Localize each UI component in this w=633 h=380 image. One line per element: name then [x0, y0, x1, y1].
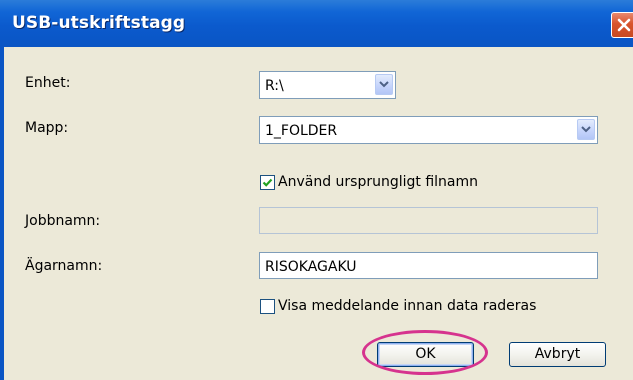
device-label: Enhet: — [25, 75, 71, 91]
show-message-label[interactable]: Visa meddelande innan data raderas — [278, 298, 536, 314]
chevron-down-icon — [379, 81, 389, 88]
owner-name-input[interactable]: RISOKAGAKU — [259, 252, 598, 279]
window-frame-left — [0, 47, 4, 380]
owner-name-label: Ägarnamn: — [25, 258, 103, 274]
ok-button[interactable]: OK — [377, 342, 474, 367]
title-bar: USB-utskriftstagg — [0, 0, 633, 47]
device-value: R:\ — [265, 78, 284, 94]
job-name-label: Jobbnamn: — [25, 213, 101, 229]
folder-dropdown[interactable]: 1_FOLDER — [259, 116, 598, 144]
use-original-filename-checkbox[interactable] — [260, 175, 275, 190]
folder-value: 1_FOLDER — [265, 123, 338, 139]
close-button[interactable] — [611, 12, 633, 38]
owner-name-value: RISOKAGAKU — [265, 259, 357, 275]
job-name-input[interactable] — [259, 207, 598, 234]
use-original-filename-label[interactable]: Använd ursprungligt filnamn — [278, 174, 478, 190]
chevron-down-icon — [581, 126, 591, 133]
close-icon — [617, 18, 631, 32]
show-message-checkbox[interactable] — [260, 299, 275, 314]
usb-print-tag-dialog: USB-utskriftstagg Enhet: R:\ Mapp: 1_FOL… — [0, 0, 633, 380]
check-icon — [262, 178, 273, 187]
folder-label: Mapp: — [25, 120, 69, 136]
folder-dropdown-button[interactable] — [577, 119, 595, 140]
device-dropdown-button[interactable] — [375, 74, 393, 95]
device-dropdown[interactable]: R:\ — [259, 71, 396, 99]
cancel-button[interactable]: Avbryt — [509, 342, 606, 367]
window-title: USB-utskriftstagg — [12, 13, 186, 33]
